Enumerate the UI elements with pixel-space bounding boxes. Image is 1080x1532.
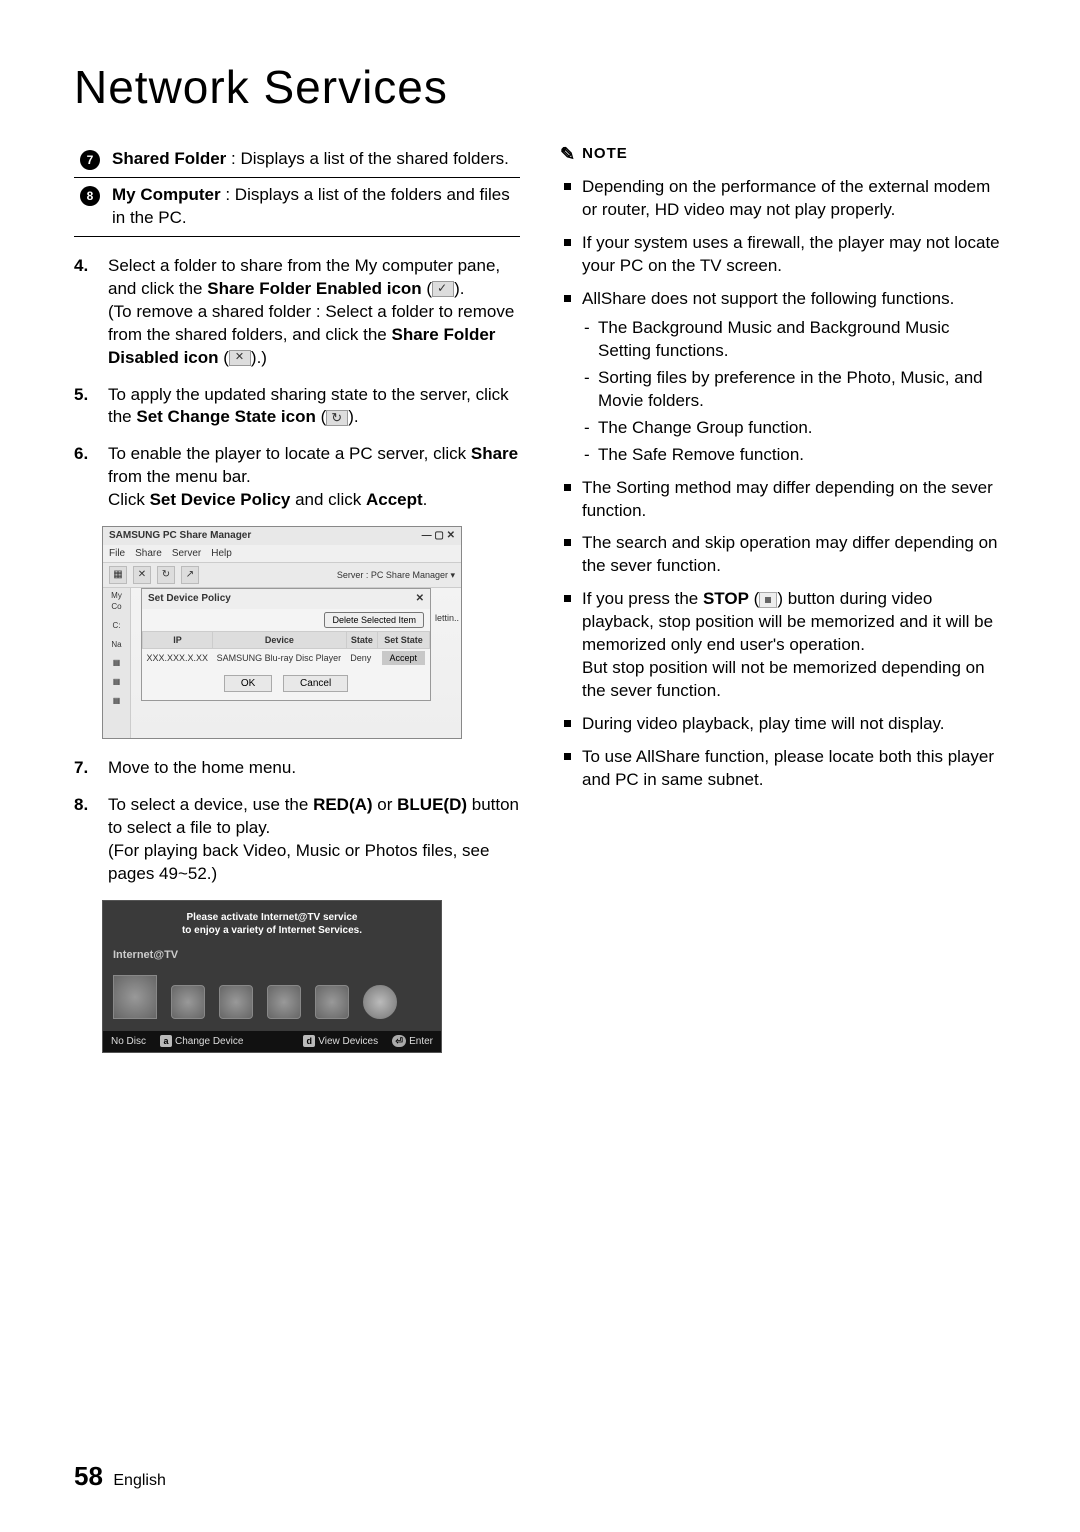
def-desc: : Displays a list of the shared folders.	[226, 149, 509, 168]
menu-icon[interactable]	[267, 985, 301, 1019]
toolbar-button[interactable]: ↗	[181, 566, 199, 584]
note-subitem: The Change Group function.	[582, 417, 1006, 440]
enter-icon: ⏎	[392, 1035, 406, 1047]
window-controls[interactable]: — ▢ ✕	[422, 529, 455, 543]
note-subitem: Sorting files by preference in the Photo…	[582, 367, 1006, 413]
page-number: 58	[74, 1461, 103, 1491]
note-item: If you press the STOP () button during v…	[560, 588, 1006, 703]
def-label: Shared Folder	[112, 149, 226, 168]
toolbar-button[interactable]: ▦	[109, 566, 127, 584]
ok-button[interactable]: OK	[224, 675, 272, 692]
toolbar-button[interactable]: ✕	[133, 566, 151, 584]
dialog-close[interactable]: ✕	[416, 592, 424, 606]
step-num: 7.	[74, 757, 94, 780]
def-num-7: 7	[80, 150, 100, 170]
note-item: If your system uses a firewall, the play…	[560, 232, 1006, 278]
page-footer: 58 English	[74, 1461, 166, 1492]
col-device: Device	[213, 631, 347, 648]
col-ip: IP	[143, 631, 213, 648]
internet-tv-icon[interactable]	[113, 975, 157, 1019]
note-heading: NOTE	[560, 142, 1006, 166]
table-row[interactable]: XXX.XXX.X.XX SAMSUNG Blu-ray Disc Player…	[143, 648, 430, 667]
left-pane: My Co C: Na ▦▦▦	[103, 588, 131, 738]
view-devices-hint: dView Devices	[303, 1035, 378, 1049]
note-subitem: The Safe Remove function.	[582, 444, 1006, 467]
menu-icon[interactable]	[363, 985, 397, 1019]
step-num: 4.	[74, 255, 94, 370]
set-change-state-icon	[326, 410, 348, 426]
note-item: Depending on the performance of the exte…	[560, 176, 1006, 222]
note-item: To use AllShare function, please locate …	[560, 746, 1006, 792]
step-body: Move to the home menu.	[108, 757, 296, 780]
share-enabled-icon	[432, 281, 454, 297]
share-disabled-icon	[229, 350, 251, 366]
page-title: Network Services	[74, 60, 1006, 114]
server-indicator[interactable]: Server : PC Share Manager ▾	[337, 569, 455, 581]
note-item: The Sorting method may differ depending …	[560, 477, 1006, 523]
menu-icon[interactable]	[219, 985, 253, 1019]
dialog-title: Set Device Policy	[148, 592, 231, 606]
step-num: 6.	[74, 443, 94, 512]
accept-button[interactable]: Accept	[382, 651, 426, 665]
pencil-icon	[560, 142, 576, 166]
change-device-hint: aChange Device	[160, 1035, 243, 1049]
note-item: During video playback, play time will no…	[560, 713, 1006, 736]
note-subitem: The Background Music and Background Musi…	[582, 317, 1006, 363]
menu-bar[interactable]: FileShareServerHelp	[103, 545, 461, 563]
cutoff-text: lettin..	[435, 612, 459, 624]
col-state: State	[346, 631, 377, 648]
window-title: SAMSUNG PC Share Manager	[109, 529, 251, 543]
enter-hint: ⏎Enter	[392, 1035, 433, 1049]
step-body: Select a folder to share from the My com…	[108, 255, 520, 370]
note-item: The search and skip operation may differ…	[560, 532, 1006, 578]
pc-share-manager-screenshot: SAMSUNG PC Share Manager — ▢ ✕ FileShare…	[102, 526, 462, 739]
menu-icon[interactable]	[171, 985, 205, 1019]
cancel-button[interactable]: Cancel	[283, 675, 348, 692]
step-body: To apply the updated sharing state to th…	[108, 384, 520, 430]
step-body: To enable the player to locate a PC serv…	[108, 443, 520, 512]
stop-icon	[759, 592, 777, 608]
internet-tv-label: Internet@TV	[103, 948, 441, 969]
definitions-table: 7 Shared Folder : Displays a list of the…	[74, 142, 520, 237]
def-label: My Computer	[112, 185, 221, 204]
page-language: English	[113, 1472, 165, 1489]
step-body: To select a device, use the RED(A) or BL…	[108, 794, 520, 886]
step-num: 8.	[74, 794, 94, 886]
disc-status: No Disc	[111, 1035, 146, 1049]
home-menu-screenshot: Please activate Internet@TV service to e…	[102, 900, 442, 1053]
def-num-8: 8	[80, 186, 100, 206]
banner-text: Please activate Internet@TV service to e…	[103, 901, 441, 948]
col-setstate: Set State	[378, 631, 430, 648]
menu-icon[interactable]	[315, 985, 349, 1019]
step-num: 5.	[74, 384, 94, 430]
key-a-icon: a	[160, 1035, 172, 1047]
toolbar-button[interactable]: ↻	[157, 566, 175, 584]
key-d-icon: d	[303, 1035, 315, 1047]
delete-selected-button[interactable]: Delete Selected Item	[324, 612, 424, 628]
note-item: AllShare does not support the following …	[560, 288, 1006, 467]
set-device-policy-dialog: Set Device Policy✕ Delete Selected Item …	[141, 588, 431, 701]
